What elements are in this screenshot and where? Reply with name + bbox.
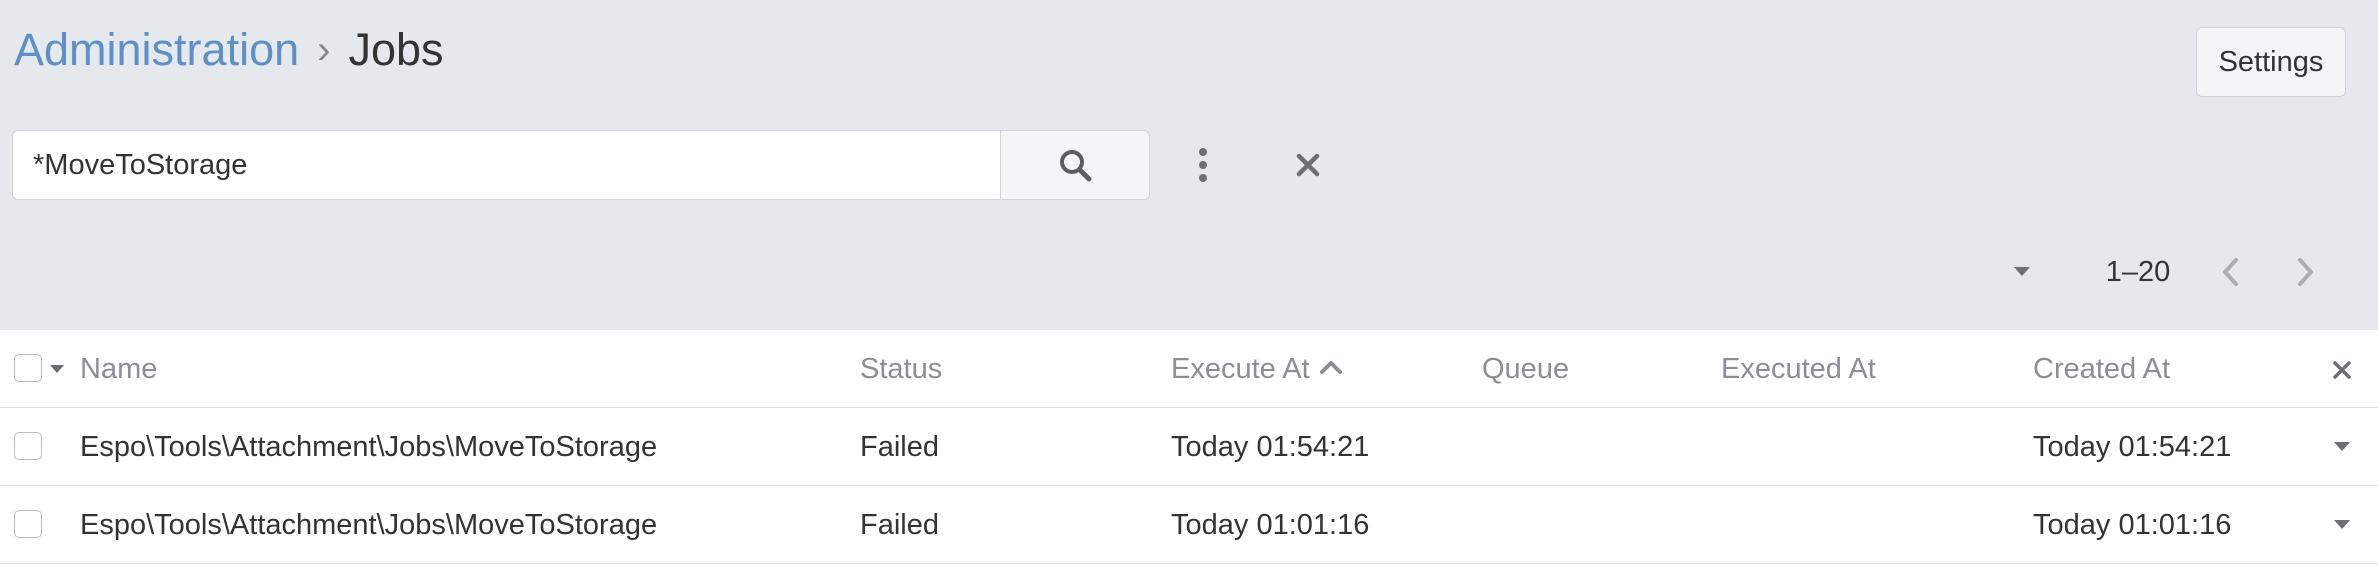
- search-button[interactable]: [1000, 130, 1150, 200]
- job-created-at: Today 01:01:16: [2033, 509, 2232, 541]
- column-header-execute-at[interactable]: Execute At: [1171, 330, 1342, 408]
- table-row: Espo\Tools\Attachment\Jobs\MoveToStorage…: [0, 486, 2378, 564]
- select-all-checkbox[interactable]: [14, 354, 42, 382]
- column-header-execute-at-label: Execute At: [1171, 353, 1310, 385]
- pagination-range: 1–20: [2105, 256, 2171, 288]
- column-settings-button[interactable]: [2330, 358, 2354, 382]
- job-name-link[interactable]: Espo\Tools\Attachment\Jobs\MoveToStorage: [80, 486, 657, 564]
- caret-down-icon: [2334, 520, 2350, 529]
- table-row: Espo\Tools\Attachment\Jobs\MoveToStorage…: [0, 408, 2378, 486]
- row-checkbox[interactable]: [14, 432, 42, 460]
- caret-down-icon: [2014, 267, 2030, 276]
- job-created-at: Today 01:54:21: [2033, 431, 2232, 463]
- breadcrumb-separator: ›: [317, 27, 331, 72]
- close-icon: [2333, 361, 2351, 379]
- row-checkbox[interactable]: [14, 510, 42, 538]
- page-title: Jobs: [348, 24, 444, 75]
- job-execute-at: Today 01:01:16: [1171, 509, 1370, 541]
- job-execute-at: Today 01:54:21: [1171, 431, 1370, 463]
- column-header-created-at[interactable]: Created At: [2033, 330, 2170, 408]
- jobs-table: Name Status Execute At Queue Executed At…: [0, 330, 2378, 576]
- column-header-status[interactable]: Status: [860, 330, 942, 408]
- mass-action-dropdown[interactable]: [48, 360, 66, 378]
- search-bar: [12, 130, 1150, 200]
- settings-button[interactable]: Settings: [2196, 27, 2346, 97]
- sort-asc-icon: [1319, 361, 1342, 375]
- kebab-menu-icon: [1198, 148, 1207, 182]
- reset-filter-button[interactable]: [1285, 140, 1330, 190]
- job-name-link[interactable]: Espo\Tools\Attachment\Jobs\MoveToStorage: [80, 408, 657, 486]
- column-header-queue[interactable]: Queue: [1482, 330, 1569, 408]
- column-header-executed-at[interactable]: Executed At: [1721, 330, 1876, 408]
- table-header-row: Name Status Execute At Queue Executed At…: [0, 330, 2378, 408]
- search-icon: [1060, 150, 1092, 182]
- filter-options-button[interactable]: [1180, 140, 1225, 190]
- close-icon: [1296, 153, 1319, 177]
- next-page-button[interactable]: [2286, 250, 2326, 294]
- column-header-name[interactable]: Name: [80, 330, 157, 408]
- job-status: Failed: [860, 431, 939, 463]
- row-actions-dropdown[interactable]: [2330, 514, 2354, 536]
- chevron-right-icon: [2298, 258, 2313, 286]
- row-actions-dropdown[interactable]: [2330, 436, 2354, 458]
- breadcrumb: Administration › Jobs: [14, 22, 444, 78]
- breadcrumb-administration-link[interactable]: Administration: [14, 24, 299, 76]
- job-status: Failed: [860, 509, 939, 541]
- caret-down-icon: [50, 364, 64, 373]
- previous-page-button[interactable]: [2210, 250, 2250, 294]
- chevron-left-icon: [2223, 258, 2238, 286]
- caret-down-icon: [2334, 442, 2350, 451]
- pagination-dropdown[interactable]: [2004, 252, 2040, 292]
- search-input[interactable]: [12, 130, 1000, 200]
